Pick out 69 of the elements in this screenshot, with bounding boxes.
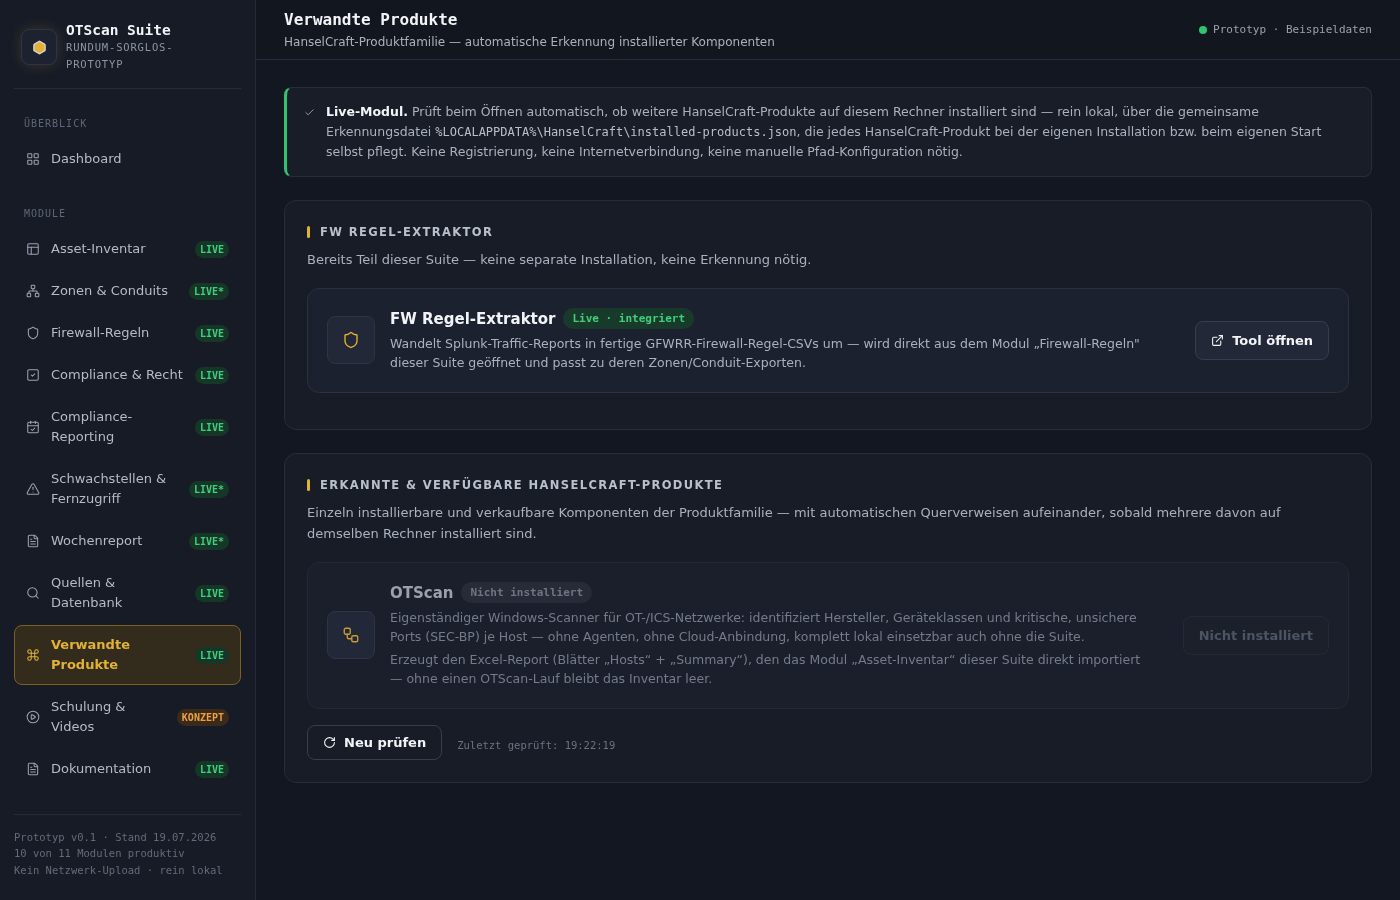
search-icon [26, 586, 40, 600]
brand-subtitle: RUNDUM-SORGLOS-PROTOTYP [66, 40, 175, 72]
calendar-check-icon [26, 420, 40, 434]
sidebar-item[interactable]: Zonen & Conduits LIVE* [14, 271, 241, 311]
status-badge: Nicht installiert [461, 582, 593, 603]
product-description: Eigenständiger Windows-Scanner für OT-/ICS-Netzwerke: identifiziert Hersteller, Geräteklassen und kritische, unsichere Ports (SEC-BP) je Host — ohne Agenten, ohne Cloud-Anbindung, komplett lokal einsetzbar auch ohne die Suite. [390, 608, 1138, 646]
recheck-button[interactable]: Neu prüfen [307, 724, 443, 760]
refresh-icon [323, 735, 336, 749]
status-badge: KONZEPT [176, 708, 229, 726]
check-icon [304, 107, 315, 118]
status-badge: LIVE [194, 646, 229, 664]
heading-marker-icon [307, 478, 310, 491]
brand-title: OTScan Suite [66, 21, 172, 39]
status-badge: LIVE* [188, 480, 229, 498]
status-badge: LIVE [194, 584, 229, 602]
footer-text: 10 von 11 Modulen produktiv [14, 846, 186, 861]
status-badge: LIVE [194, 760, 229, 778]
sidebar-item[interactable]: Compliance-Reporting LIVE [14, 397, 241, 457]
page-subtitle: HanselCraft-Produktfamilie — automatische Erkennung installierter Komponenten [284, 34, 775, 50]
sidebar-item[interactable]: Compliance & Recht LIVE [14, 355, 241, 395]
status-badge: LIVE [194, 418, 229, 436]
external-link-icon [1211, 333, 1225, 347]
product-description: Erzeugt den Excel-Report (Blätter „Hosts“ + „Summary“), den das Modul „Asset-Inventar“ dieser Suite direkt importiert — ohne einen OTScan-Lauf bleibt das Inventar leer. [390, 650, 1142, 688]
sidebar-item[interactable]: Schwachstellen & Fernzugriff LIVE* [14, 459, 241, 519]
product-name: OTScan [390, 582, 454, 604]
info-text: Live-Modul. Prüft beim Öffnen automatisch, ob weitere HanselCraft-Produkte auf diesem Rechner installiert sind — rein lokal, über die gemeinsame Erkennungsdatei %LOCALAPPDATA%\HanselCraft\installed-products.json, die jedes HanselCraft-Produkt bei der eigenen Installation bzw. beim eigenen Start selbst pflegt. Keine Registrierung, keine Internetverbindung, keine manuelle Pfad-Konfiguration nötig. [326, 103, 1323, 161]
status-badge: LIVE* [188, 532, 229, 550]
sidebar-item[interactable]: Asset-Inventar LIVE [14, 229, 241, 269]
status-badge: LIVE [194, 366, 229, 384]
footer-text: Prototyp v0.1 · Stand 19.07.2026 [14, 829, 218, 845]
document-icon [26, 534, 40, 548]
sidebar-item[interactable]: Verwandte Produkte LIVE [14, 625, 241, 685]
status-dot-icon [1199, 25, 1208, 34]
nav-section-heading: ÜBERBLICK [23, 117, 89, 131]
sidebar-item[interactable]: Dashboard [14, 139, 241, 179]
last-checked-text: Zuletzt geprüft: 19:22:19 [457, 738, 616, 752]
section-description: Einzeln installierbare und verkaufbare Komponenten der Produktfamilie — mit automatischen Querverweisen aufeinander, sobald mehrere davon auf demselben Rechner installiert sind. [307, 503, 1282, 543]
sidebar-item[interactable]: Dokumentation LIVE [14, 749, 241, 789]
section-heading: ERKANNTE & VERFÜGBARE HANSELCRAFT-PRODUKTE [320, 476, 724, 493]
table-icon [26, 242, 40, 256]
open-tool-button[interactable]: Tool öffnen [1195, 320, 1329, 360]
status-badge: Live · integriert [563, 308, 695, 329]
product-name: FW Regel-Extraktor [390, 308, 556, 330]
status-badge: LIVE [194, 324, 229, 342]
product-description: Wandelt Splunk-Traffic-Reports in fertige GFWRR-Firewall-Regel-CSVs um — wird direkt aus dem Modul „Firewall-Regeln" dieser Suite geöffnet und passt zu deren Zonen/Conduit-Exporten. [390, 334, 1141, 372]
sidebar-item[interactable]: Quellen & Datenbank LIVE [14, 563, 241, 623]
connected-squares-icon [327, 611, 375, 659]
document-icon [26, 762, 40, 776]
grid-icon [26, 152, 40, 166]
logo-icon [21, 29, 57, 65]
status-badge: LIVE* [188, 282, 229, 300]
section-heading: FW REGEL-EXTRAKTOR [320, 223, 494, 240]
shield-icon [26, 326, 40, 340]
section-description: Bereits Teil dieser Suite — keine separate Installation, keine Erkennung nötig. [307, 250, 813, 269]
page-title: Verwandte Produkte [284, 9, 459, 31]
footer-text: Kein Netzwerk-Upload · rein lokal [14, 862, 224, 878]
nav-section-heading: MODULE [23, 207, 68, 221]
checkbox-icon [26, 368, 40, 382]
command-icon [26, 648, 40, 662]
shield-icon [327, 316, 375, 364]
warning-icon [26, 482, 40, 496]
status-text: Prototyp · Beispieldaten [1213, 22, 1372, 37]
play-icon [26, 710, 40, 724]
sidebar-item[interactable]: Firewall-Regeln LIVE [14, 313, 241, 353]
heading-marker-icon [307, 225, 310, 238]
status-badge: LIVE [194, 240, 229, 258]
network-icon [26, 284, 40, 298]
sidebar-item[interactable]: Wochenreport LIVE* [14, 521, 241, 561]
sidebar-item[interactable]: Schulung & Videos KONZEPT [14, 687, 241, 747]
